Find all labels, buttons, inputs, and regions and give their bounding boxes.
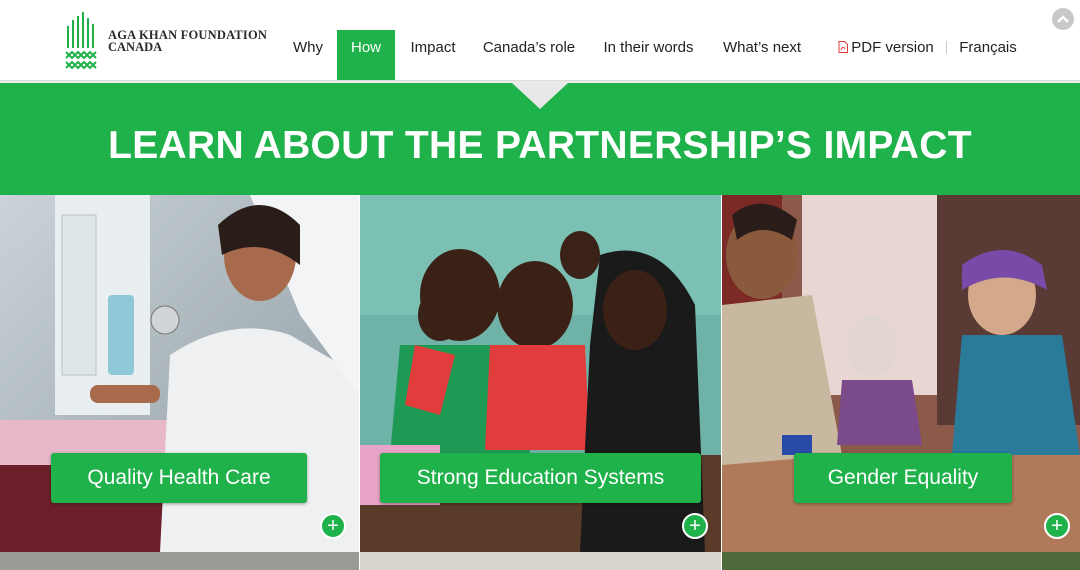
logo-line-2: CANADA — [108, 40, 163, 54]
plus-icon[interactable]: + — [320, 513, 346, 539]
pdf-icon — [838, 41, 849, 53]
plus-icon[interactable]: + — [682, 513, 708, 539]
logo[interactable]: AGA KHAN FOUNDATION CANADA — [64, 12, 267, 70]
impact-banner: LEARN ABOUT THE PARTNERSHIP’S IMPACT — [0, 83, 1080, 195]
gender-equality-button[interactable]: Gender Equality — [794, 453, 1012, 503]
nav-whats-next[interactable]: What’s next — [717, 30, 807, 80]
site-header: AGA KHAN FOUNDATION CANADA Why How Impac… — [0, 0, 1080, 80]
health-care-button[interactable]: Quality Health Care — [51, 453, 307, 503]
language-toggle[interactable]: Français — [956, 30, 1020, 80]
education-button[interactable]: Strong Education Systems — [380, 453, 701, 503]
next-row-tile-3[interactable] — [722, 552, 1080, 570]
next-row-tile-2[interactable] — [360, 552, 721, 570]
nav-divider — [946, 41, 947, 54]
pdf-version-link[interactable]: PDF version — [834, 30, 938, 80]
plus-icon[interactable]: + — [1044, 513, 1070, 539]
akf-logo-icon — [65, 12, 97, 70]
tile-gender-equality[interactable]: Gender Equality + — [722, 195, 1080, 552]
banner-notch — [512, 83, 568, 109]
scroll-top-button[interactable] — [1052, 8, 1074, 30]
chevron-up-icon — [1057, 15, 1069, 23]
next-row-tile-1[interactable] — [0, 552, 359, 570]
nav-why[interactable]: Why — [286, 30, 330, 80]
tile-health-care[interactable]: Quality Health Care + — [0, 195, 359, 552]
nav-canadas-role[interactable]: Canada’s role — [478, 30, 580, 80]
nav-in-their-words[interactable]: In their words — [596, 30, 701, 80]
tile-education[interactable]: Strong Education Systems + — [360, 195, 721, 552]
pdf-version-label: PDF version — [851, 39, 934, 56]
nav-how[interactable]: How — [337, 30, 395, 80]
nav-impact[interactable]: Impact — [402, 30, 464, 80]
logo-text: AGA KHAN FOUNDATION CANADA — [108, 29, 267, 54]
banner-title: LEARN ABOUT THE PARTNERSHIP’S IMPACT — [108, 124, 972, 167]
